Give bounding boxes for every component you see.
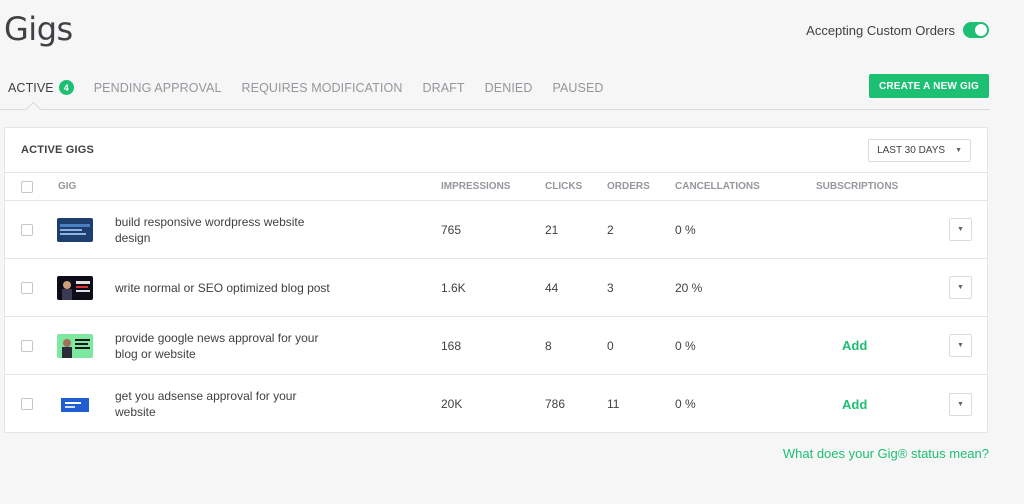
row-menu-button[interactable]: ▼ bbox=[949, 276, 972, 299]
gig-title-link[interactable]: provide google news approval for your bl… bbox=[115, 330, 335, 362]
column-clicks: CLICKS bbox=[545, 181, 583, 192]
add-subscription-link[interactable]: Add bbox=[842, 397, 867, 412]
clicks-value: 786 bbox=[545, 397, 566, 411]
column-orders: ORDERS bbox=[607, 181, 650, 192]
tab-pending-approval[interactable]: PENDING APPROVAL bbox=[84, 69, 232, 107]
table-header: GIG IMPRESSIONS CLICKS ORDERS CANCELLATI… bbox=[5, 173, 987, 201]
clicks-value: 8 bbox=[545, 338, 552, 353]
gig-thumbnail[interactable] bbox=[57, 217, 93, 242]
column-gig: GIG bbox=[58, 181, 77, 192]
date-range-dropdown[interactable]: LAST 30 DAYS ▼ bbox=[868, 138, 971, 162]
table-row: get you adsense approval for your websit… bbox=[5, 375, 987, 433]
caret-down-icon: ▼ bbox=[957, 226, 964, 233]
date-range-value: LAST 30 DAYS bbox=[877, 144, 946, 156]
tab-paused[interactable]: PAUSED bbox=[542, 69, 613, 107]
gig-thumbnail[interactable] bbox=[57, 392, 93, 416]
gig-title-link[interactable]: get you adsense approval for your websit… bbox=[115, 388, 335, 420]
card-header: ACTIVE GIGS LAST 30 DAYS ▼ bbox=[5, 128, 987, 173]
caret-down-icon: ▼ bbox=[957, 400, 964, 408]
custom-orders-label: Accepting Custom Orders bbox=[806, 22, 955, 38]
row-checkbox[interactable] bbox=[21, 281, 33, 294]
row-checkbox[interactable] bbox=[21, 339, 33, 352]
orders-value: 11 bbox=[607, 397, 620, 411]
impressions-value: 1.6K bbox=[441, 280, 466, 295]
row-menu-button[interactable]: ▼ bbox=[949, 218, 972, 241]
table-row: build responsive wordpress website desig… bbox=[5, 201, 987, 259]
create-new-gig-button[interactable]: CREATE A NEW GIG bbox=[868, 74, 989, 98]
orders-value: 2 bbox=[607, 222, 614, 237]
impressions-value: 168 bbox=[441, 338, 462, 353]
cancellations-value: 0 % bbox=[675, 397, 696, 411]
caret-down-icon: ▼ bbox=[957, 284, 964, 291]
tab-active-label: ACTIVE bbox=[8, 80, 54, 95]
column-subscriptions: SUBSCRIPTIONS bbox=[816, 181, 899, 192]
custom-orders-setting: Accepting Custom Orders bbox=[806, 22, 989, 38]
gig-thumbnail[interactable] bbox=[57, 333, 93, 358]
clicks-value: 44 bbox=[545, 280, 559, 295]
gig-title-link[interactable]: build responsive wordpress website desig… bbox=[115, 214, 335, 246]
clicks-value: 21 bbox=[545, 222, 559, 237]
table-row: provide google news approval for your bl… bbox=[5, 317, 987, 375]
table-row: write normal or SEO optimized blog post … bbox=[5, 259, 987, 317]
gig-title-link[interactable]: write normal or SEO optimized blog post bbox=[115, 280, 335, 296]
add-subscription-link[interactable]: Add bbox=[842, 338, 867, 353]
card-title: ACTIVE GIGS bbox=[21, 144, 95, 156]
gig-status-tabs: ACTIVE 4 PENDING APPROVAL REQUIRES MODIF… bbox=[0, 66, 990, 110]
tab-requires-modification[interactable]: REQUIRES MODIFICATION bbox=[232, 69, 413, 107]
column-impressions: IMPRESSIONS bbox=[441, 181, 511, 192]
custom-orders-toggle[interactable] bbox=[963, 22, 989, 38]
row-checkbox[interactable] bbox=[21, 398, 33, 410]
impressions-value: 20K bbox=[441, 397, 463, 411]
impressions-value: 765 bbox=[441, 222, 462, 237]
page-title: Gigs bbox=[4, 10, 73, 48]
row-menu-button[interactable]: ▼ bbox=[949, 392, 972, 416]
tab-active-count-badge: 4 bbox=[58, 80, 74, 95]
cancellations-value: 0 % bbox=[675, 338, 696, 353]
gig-thumbnail[interactable] bbox=[57, 275, 93, 300]
tab-denied[interactable]: DENIED bbox=[475, 69, 543, 107]
tab-active[interactable]: ACTIVE 4 bbox=[0, 69, 84, 107]
caret-down-icon: ▼ bbox=[957, 342, 964, 349]
select-all-checkbox[interactable] bbox=[21, 180, 33, 193]
gig-status-help-link[interactable]: What does your Gig® status mean? bbox=[783, 446, 989, 461]
cancellations-value: 0 % bbox=[675, 222, 696, 237]
row-menu-button[interactable]: ▼ bbox=[949, 334, 972, 357]
row-checkbox[interactable] bbox=[21, 223, 33, 236]
caret-down-icon: ▼ bbox=[955, 146, 962, 154]
column-cancellations: CANCELLATIONS bbox=[675, 181, 760, 192]
active-gigs-card: ACTIVE GIGS LAST 30 DAYS ▼ GIG IMPRESSIO… bbox=[4, 127, 988, 433]
orders-value: 3 bbox=[607, 280, 614, 295]
orders-value: 0 bbox=[607, 338, 614, 353]
tab-draft[interactable]: DRAFT bbox=[412, 69, 474, 107]
cancellations-value: 20 % bbox=[675, 280, 703, 295]
